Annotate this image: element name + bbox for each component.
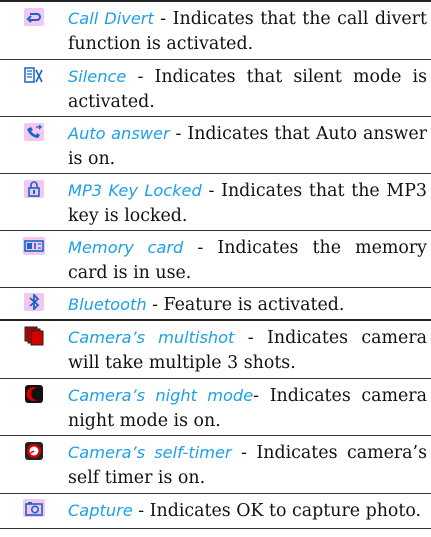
row-term: Camera’s self-timer	[68, 443, 232, 462]
row-description: MP3 Key Locked - Indicates that the MP3 …	[67, 174, 431, 230]
memory-card-icon	[22, 237, 45, 255]
table-row: Silence - Indicates that silent mode is …	[0, 60, 431, 117]
row-description: Camera’s night mode- Indicates camera ni…	[67, 379, 431, 435]
row-text: - Indicates OK to capture photo.	[132, 501, 422, 521]
row-description: Camera’s self-timer - Indicates camera’s…	[67, 436, 431, 493]
table-row: Auto answer - Indicates that Auto answer…	[0, 117, 431, 174]
night-mode-icon	[24, 385, 44, 403]
row-term: Bluetooth	[68, 295, 147, 314]
row-term: Camera’s multishot	[68, 328, 235, 347]
capture-icon	[22, 499, 45, 517]
row-description: Memory card - Indicates the memory card …	[67, 231, 431, 287]
self-timer-icon	[24, 442, 44, 460]
row-text: - Feature is activated.	[146, 295, 345, 315]
table-row: Memory card - Indicates the memory card …	[0, 231, 431, 288]
row-term: Memory card	[68, 238, 184, 257]
row-term: MP3 Key Locked	[68, 181, 202, 200]
status-icon-table: Call Divert - Indicates that the call di…	[0, 0, 431, 529]
table-row: Call Divert - Indicates that the call di…	[0, 2, 431, 60]
table-row: MP3 Key Locked - Indicates that the MP3 …	[0, 174, 431, 231]
table-row: Camera’s self-timer - Indicates camera’s…	[0, 436, 431, 494]
row-term: Capture	[68, 501, 133, 520]
row-description: Capture - Indicates OK to capture photo.	[67, 494, 431, 528]
row-description: Call Divert - Indicates that the call di…	[67, 2, 431, 59]
table-row: Bluetooth - Feature is activated.	[0, 288, 431, 321]
row-description: Auto answer - Indicates that Auto answer…	[67, 117, 431, 173]
row-term: Camera’s night mode	[68, 386, 254, 405]
call-divert-icon	[23, 8, 44, 26]
bluetooth-icon	[23, 293, 44, 311]
multishot-icon	[24, 326, 44, 346]
mp3-key-locked-icon	[23, 180, 44, 198]
row-description: Silence - Indicates that silent mode is …	[67, 60, 431, 116]
silence-icon	[23, 66, 44, 84]
table-row: Camera’s night mode- Indicates camera ni…	[0, 379, 431, 436]
auto-answer-icon	[23, 123, 44, 141]
row-term: Call Divert	[68, 9, 154, 28]
table-row: Camera’s multishot - Indicates camera wi…	[0, 321, 431, 379]
row-description: Bluetooth - Feature is activated.	[67, 288, 431, 319]
row-term: Silence	[68, 67, 127, 86]
row-description: Camera’s multishot - Indicates camera wi…	[67, 321, 431, 378]
row-term: Auto answer	[68, 124, 170, 143]
table-row: Capture - Indicates OK to capture photo.	[0, 494, 431, 529]
